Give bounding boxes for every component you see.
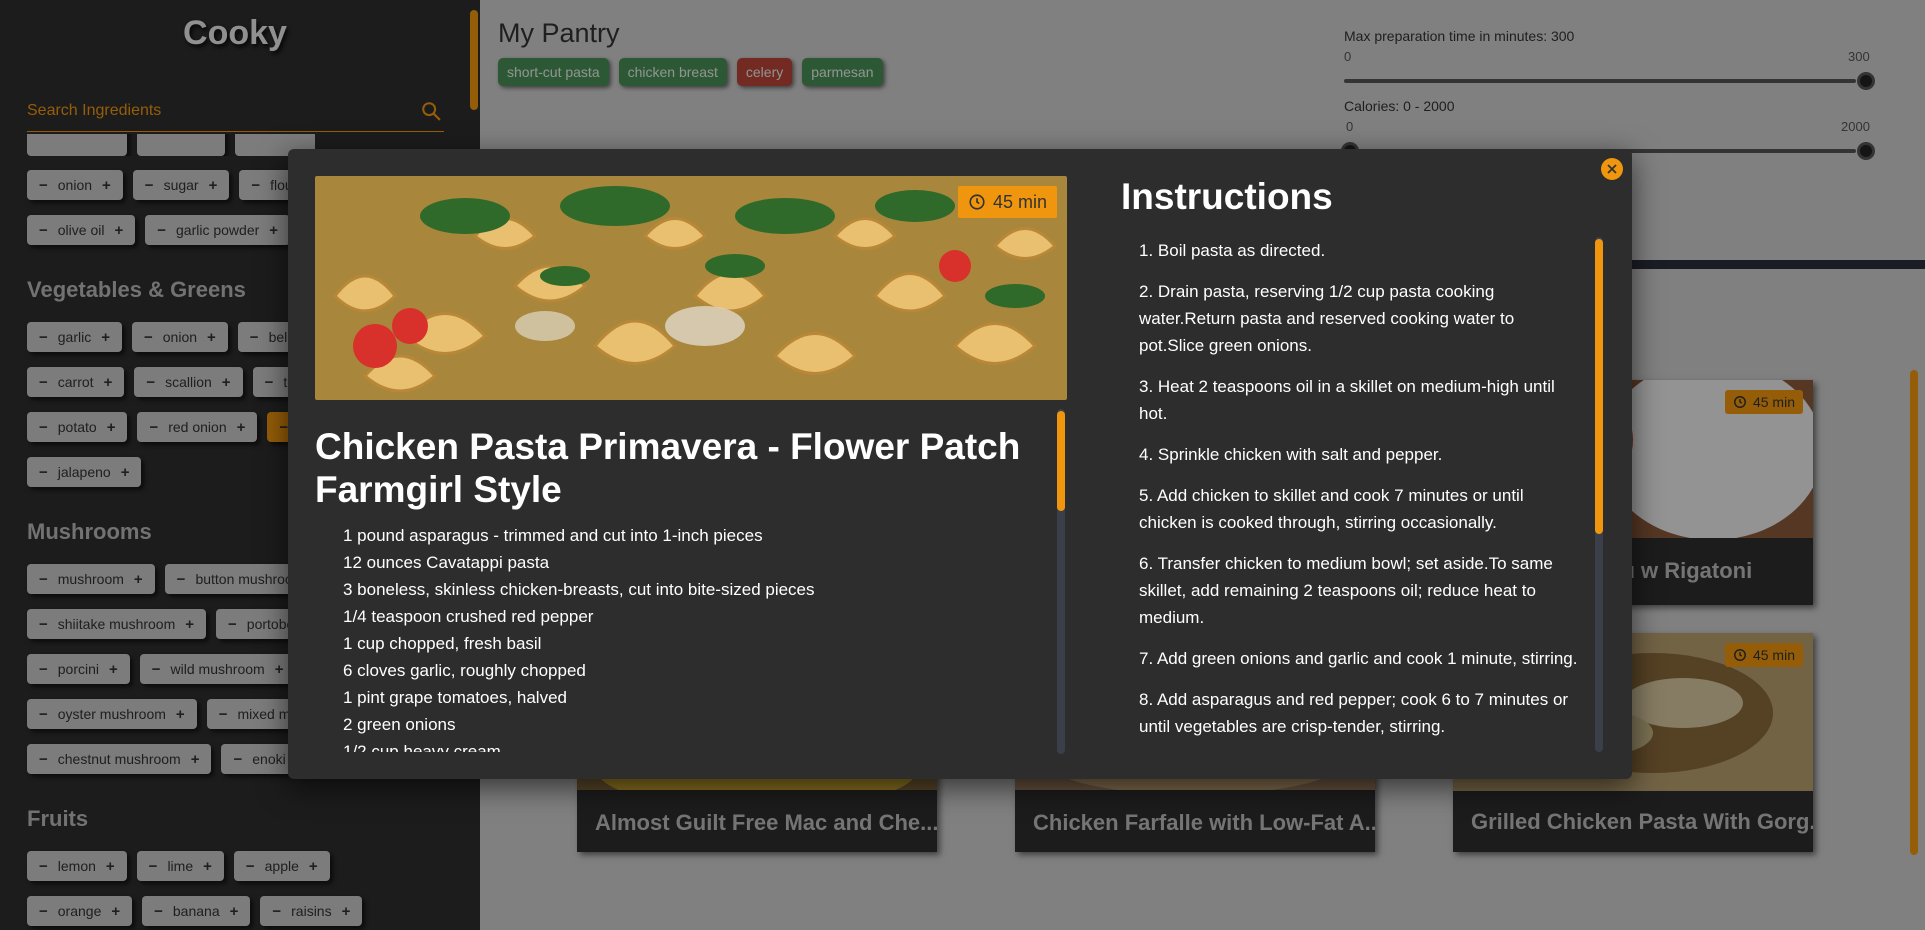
instruction-step: 6. Transfer chicken to medium bowl; set … <box>1139 554 1553 627</box>
instruction-step: 8. Add asparagus and red pepper; cook 6 … <box>1139 690 1569 736</box>
ingredient-item: 3 boneless, skinless chicken-breasts, cu… <box>343 576 1043 603</box>
recipe-detail-modal: 45 min Chicken Pasta Primavera - Flower … <box>288 149 1632 779</box>
prep-time-badge: 45 min <box>957 186 1057 218</box>
ingredient-item: 1 pint grape tomatoes, halved <box>343 684 1043 711</box>
instruction-step: 5. Add chicken to skillet and cook 7 min… <box>1139 486 1524 532</box>
ingredient-item: 1 pound asparagus - trimmed and cut into… <box>343 522 1043 549</box>
ingredient-item: 6 cloves garlic, roughly chopped <box>343 657 1043 684</box>
ingredient-item: 12 ounces Cavatappi pasta <box>343 549 1043 576</box>
ingredients-scrollbar-thumb[interactable] <box>1057 411 1065 511</box>
instruction-step: 7. Add green onions and garlic and cook … <box>1139 649 1578 668</box>
instruction-step: 1. Boil pasta as directed. <box>1139 241 1326 260</box>
instructions-title: Instructions <box>1121 176 1333 217</box>
instruction-step: 4. Sprinkle chicken with salt and pepper… <box>1139 445 1443 464</box>
recipe-hero-image: 45 min <box>315 176 1067 400</box>
ingredient-item: 1 cup chopped, fresh basil <box>343 630 1043 657</box>
instruction-step: 2. Drain pasta, reserving 1/2 cup pasta … <box>1139 282 1515 355</box>
close-icon <box>1607 164 1617 174</box>
ingredient-list[interactable]: 1 pound asparagus - trimmed and cut into… <box>343 522 1043 752</box>
pasta-photo <box>315 176 1067 400</box>
recipe-title: Chicken Pasta Primavera - Flower Patch F… <box>315 426 1021 510</box>
close-button[interactable] <box>1601 158 1623 180</box>
instruction-step: 3. Heat 2 teaspoons oil in a skillet on … <box>1139 377 1555 423</box>
ingredient-item: 1/4 teaspoon crushed red pepper <box>343 603 1043 630</box>
ingredient-item: 1/2 cup heavy cream <box>343 738 1043 752</box>
instruction-list[interactable]: 1. Boil pasta as directed. 2. Drain past… <box>1139 237 1584 755</box>
instructions-scrollbar-thumb[interactable] <box>1595 239 1603 534</box>
ingredient-item: 2 green onions <box>343 711 1043 738</box>
clock-icon <box>969 194 985 210</box>
prep-time: 45 min <box>992 191 1047 212</box>
